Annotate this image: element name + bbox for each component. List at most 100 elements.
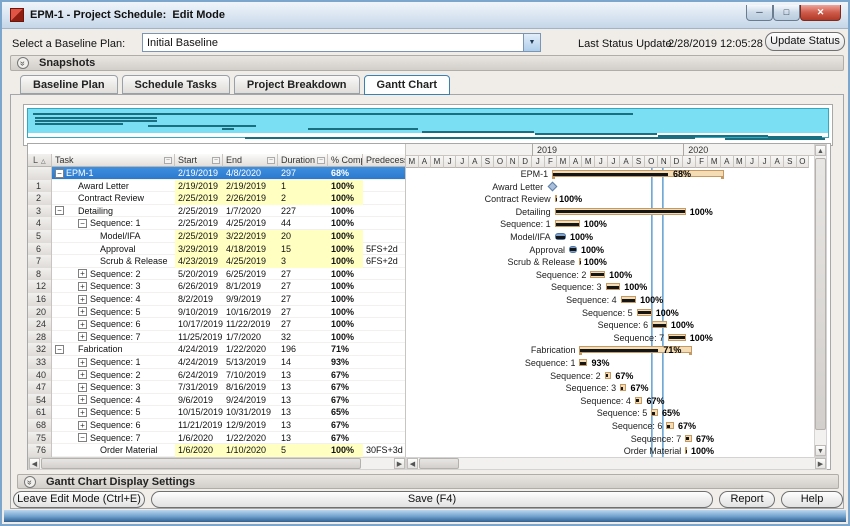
table-row[interactable]: 5Model/IFA2/25/20193/22/201920100%	[28, 230, 406, 243]
expand-icon[interactable]: +	[78, 282, 87, 291]
table-row[interactable]: 6Approval3/29/20194/18/201915100%5FS+2d	[28, 243, 406, 256]
table-row[interactable]: 8+Sequence: 25/20/20196/25/201927100%	[28, 268, 406, 281]
column-header-pc[interactable]: % Comp	[328, 154, 363, 167]
table-row[interactable]: 7Scrub & Release4/23/20194/25/20193100%6…	[28, 255, 406, 268]
timeline-overview-band[interactable]	[27, 108, 829, 138]
table-row[interactable]: 16+Sequence: 48/2/20199/9/201927100%	[28, 293, 406, 306]
table-row[interactable]: 68+Sequence: 611/21/201912/9/20191367%	[28, 419, 406, 432]
gantt-bar-epm-1[interactable]	[552, 170, 724, 177]
gantt-bar-sequence-3[interactable]	[620, 384, 626, 391]
filter-icon[interactable]: ‒	[267, 157, 275, 164]
expand-icon[interactable]: +	[78, 395, 87, 404]
gantt-bar-scrub-release[interactable]	[579, 258, 581, 265]
table-row[interactable]: 76Order Material1/6/20201/10/20205100%30…	[28, 444, 406, 457]
column-header-pred[interactable]: Predecess	[363, 154, 406, 167]
tab-gantt-chart[interactable]: Gantt Chart	[364, 75, 451, 95]
scroll-down-icon[interactable]: ▼	[815, 445, 826, 456]
gantt-bar-sequence-2[interactable]	[605, 372, 612, 379]
tab-baseline-plan[interactable]: Baseline Plan	[20, 75, 118, 94]
collapse-icon[interactable]: −	[78, 219, 87, 228]
gantt-bar-sequence-4[interactable]	[621, 296, 637, 303]
close-button[interactable]: ✕	[800, 5, 841, 21]
table-scroll-thumb[interactable]	[41, 458, 361, 469]
help-button[interactable]: Help	[781, 491, 843, 508]
gantt-bar-sequence-5[interactable]	[637, 309, 652, 316]
table-row[interactable]: 1Award Letter2/19/20192/19/20191100%	[28, 180, 406, 193]
table-row[interactable]: 12+Sequence: 36/26/20198/1/201927100%	[28, 280, 406, 293]
expand-icon[interactable]: +	[78, 408, 87, 417]
row-id-column-header[interactable]: L△	[28, 154, 52, 167]
baseline-plan-dropdown[interactable]: Initial Baseline ▼	[142, 33, 541, 52]
gantt-scroll-thumb[interactable]	[419, 458, 459, 469]
snapshots-bar[interactable]: » Snapshots	[10, 55, 844, 71]
collapse-icon[interactable]: −	[55, 169, 64, 178]
tab-schedule-tasks[interactable]: Schedule Tasks	[122, 75, 230, 94]
table-row[interactable]: 28+Sequence: 711/25/20191/7/202032100%	[28, 331, 406, 344]
column-header-task[interactable]: Task‒	[52, 154, 175, 167]
gantt-bar-sequence-5[interactable]	[651, 409, 658, 416]
filter-icon[interactable]: ‒	[317, 157, 325, 164]
gantt-bar-detailing[interactable]	[555, 208, 686, 215]
chevron-down-icon[interactable]: »	[17, 57, 29, 69]
table-horizontal-scrollbar[interactable]: ◀ ▶	[28, 457, 406, 470]
chevron-down-icon[interactable]: »	[24, 476, 36, 488]
table-row[interactable]: 24+Sequence: 610/17/201911/22/201927100%	[28, 318, 406, 331]
gantt-horizontal-scrollbar[interactable]: ◀ ▶	[406, 457, 827, 470]
table-row[interactable]: 33+Sequence: 14/24/20195/13/20191493%	[28, 356, 406, 369]
collapse-icon[interactable]: −	[55, 206, 64, 215]
column-header-end[interactable]: End‒	[223, 154, 278, 167]
gantt-bar-sequence-7[interactable]	[685, 435, 692, 442]
gantt-bar-model-ifa[interactable]	[555, 233, 566, 240]
table-row[interactable]: 32−Fabrication4/24/20191/22/202019671%	[28, 343, 406, 356]
gantt-bar-contract-review[interactable]	[555, 195, 557, 202]
scroll-right-icon[interactable]: ▶	[394, 458, 405, 469]
gantt-bar-sequence-1[interactable]	[555, 220, 580, 227]
update-status-button[interactable]: Update Status	[765, 32, 845, 51]
expand-icon[interactable]: +	[78, 383, 87, 392]
table-row[interactable]: 4−Sequence: 12/25/20194/25/201944100%	[28, 217, 406, 230]
gantt-bar-approval[interactable]	[569, 246, 577, 253]
scroll-right-icon[interactable]: ▶	[815, 458, 826, 469]
gantt-bar-sequence-4[interactable]	[635, 397, 643, 404]
maximize-button[interactable]: □	[773, 5, 800, 21]
gantt-vscroll-thumb[interactable]	[815, 158, 826, 430]
table-row[interactable]: −EPM-12/19/20194/8/202029768%	[28, 167, 406, 180]
table-row[interactable]: 3−Detailing2/25/20191/7/2020227100%	[28, 205, 406, 218]
expand-icon[interactable]: +	[78, 269, 87, 278]
gantt-bar-sequence-3[interactable]	[606, 283, 621, 290]
collapse-icon[interactable]: −	[55, 345, 64, 354]
expand-icon[interactable]: +	[78, 307, 87, 316]
table-row[interactable]: 47+Sequence: 37/31/20198/16/20191367%	[28, 381, 406, 394]
minimize-button[interactable]: ─	[746, 5, 773, 21]
expand-icon[interactable]: +	[78, 370, 87, 379]
column-header-dur[interactable]: Duration‒	[278, 154, 328, 167]
save-button[interactable]: Save (F4)	[151, 491, 713, 508]
filter-icon[interactable]: ‒	[164, 157, 172, 164]
table-row[interactable]: 54+Sequence: 49/6/20199/24/20191367%	[28, 394, 406, 407]
filter-icon[interactable]: ‒	[212, 157, 220, 164]
expand-icon[interactable]: +	[78, 295, 87, 304]
report-button[interactable]: Report	[719, 491, 775, 508]
gantt-vertical-scrollbar[interactable]: ▲ ▼	[814, 144, 827, 457]
gantt-bar-sequence-6[interactable]	[652, 321, 667, 328]
scroll-up-icon[interactable]: ▲	[815, 145, 826, 156]
leave-edit-mode-button[interactable]: Leave Edit Mode (Ctrl+E)	[13, 491, 145, 508]
table-row[interactable]: 40+Sequence: 26/24/20197/10/20191367%	[28, 369, 406, 382]
timeline-overview[interactable]	[23, 104, 833, 146]
expand-icon[interactable]: +	[78, 320, 87, 329]
milestone-diamond[interactable]	[548, 181, 558, 191]
scroll-left-icon[interactable]: ◀	[29, 458, 40, 469]
table-row[interactable]: 61+Sequence: 510/15/201910/31/20191365%	[28, 406, 406, 419]
dropdown-arrow-icon[interactable]: ▼	[523, 34, 540, 51]
gantt-bar-sequence-1[interactable]	[579, 359, 587, 366]
gantt-bar-sequence-7[interactable]	[668, 334, 686, 341]
expand-icon[interactable]: +	[78, 421, 87, 430]
tab-project-breakdown[interactable]: Project Breakdown	[234, 75, 360, 94]
scroll-left-icon[interactable]: ◀	[407, 458, 418, 469]
collapse-icon[interactable]: −	[78, 433, 87, 442]
table-row[interactable]: 75−Sequence: 71/6/20201/22/20201367%	[28, 432, 406, 445]
table-row[interactable]: 20+Sequence: 59/10/201910/16/201927100%	[28, 306, 406, 319]
expand-icon[interactable]: +	[78, 332, 87, 341]
table-row[interactable]: 2Contract Review2/25/20192/26/20192100%	[28, 192, 406, 205]
gantt-display-settings-bar[interactable]: » Gantt Chart Display Settings	[17, 474, 839, 489]
